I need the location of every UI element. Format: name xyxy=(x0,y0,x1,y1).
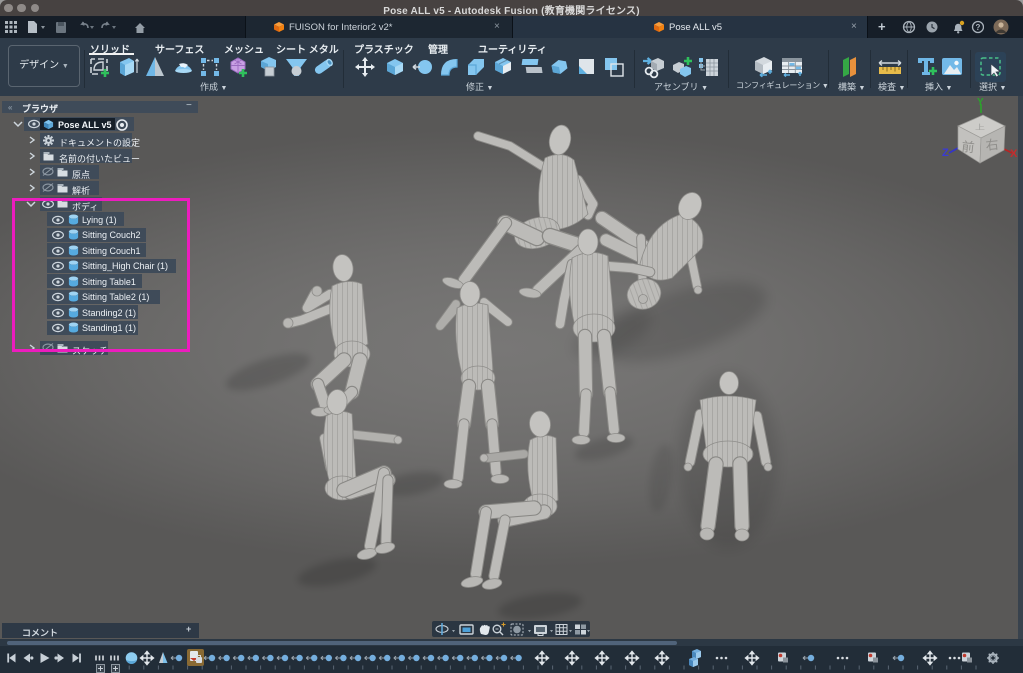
svg-text:X: X xyxy=(1010,148,1018,160)
svg-text:?: ? xyxy=(976,23,981,32)
svg-text:Z: Z xyxy=(942,147,949,159)
svg-text:上: 上 xyxy=(975,123,985,131)
svg-text:右: 右 xyxy=(985,137,1000,153)
svg-text:Y: Y xyxy=(977,97,984,108)
svg-text:前: 前 xyxy=(961,139,976,155)
